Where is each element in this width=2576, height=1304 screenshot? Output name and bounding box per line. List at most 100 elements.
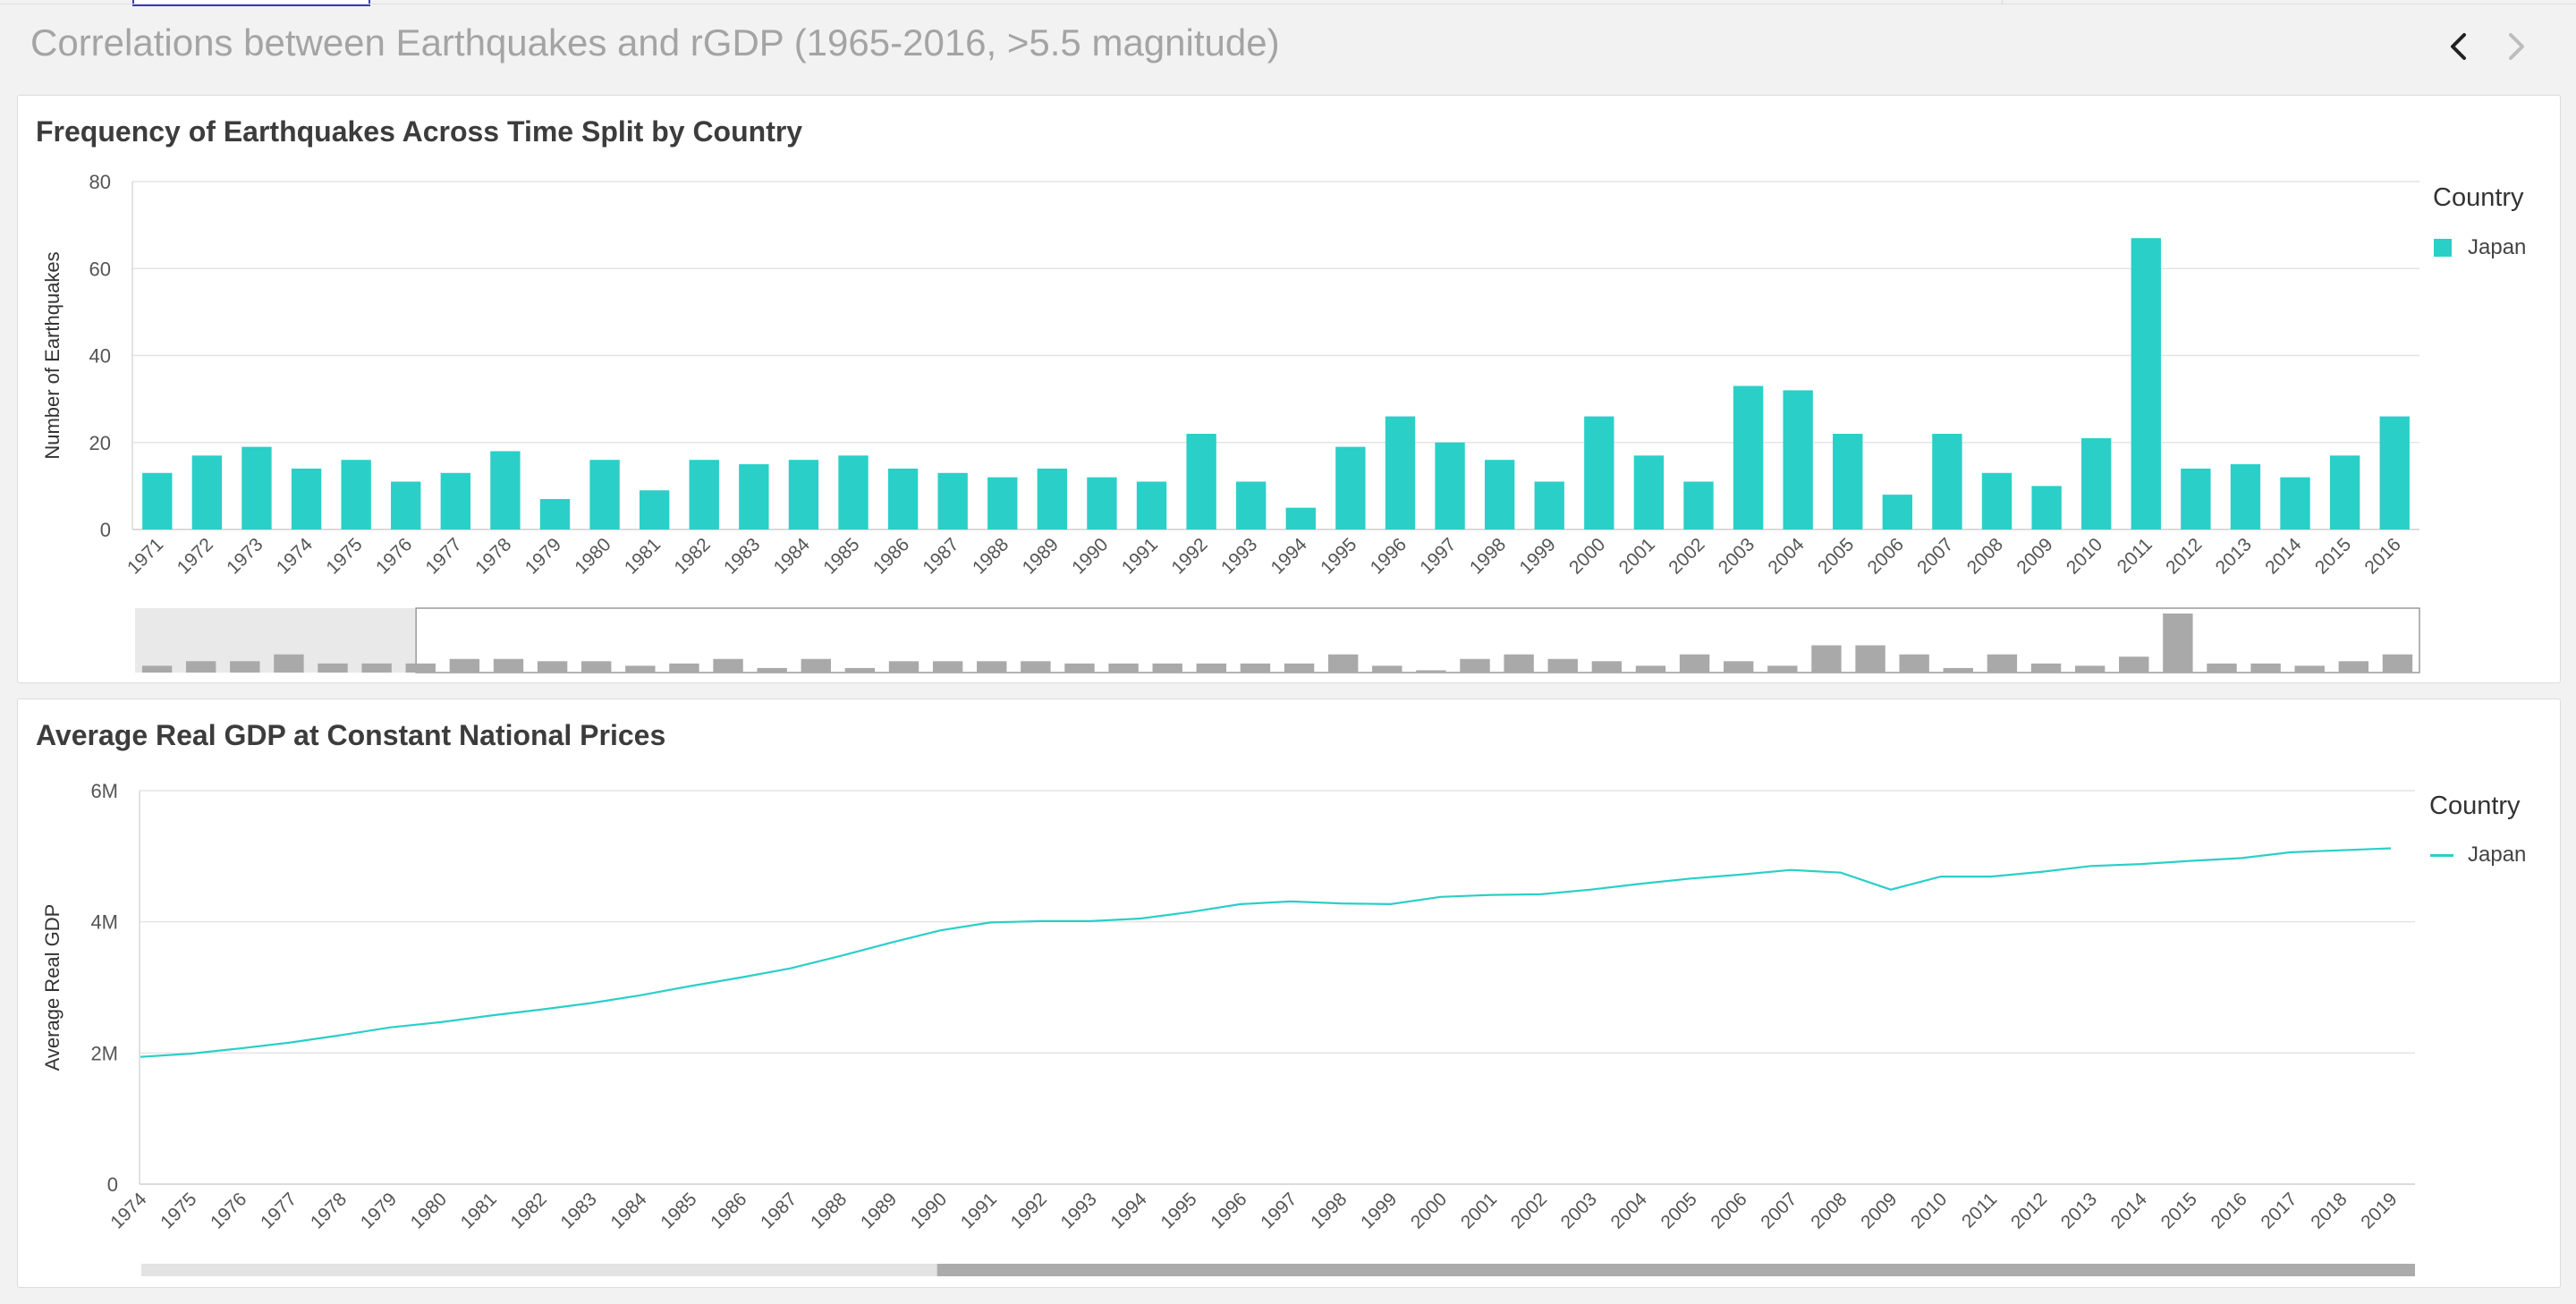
x-tick-label: 1992 <box>1167 534 1211 578</box>
brush-bar <box>1855 645 1885 673</box>
x-tick-label: 1977 <box>257 1189 301 1232</box>
brush-bar <box>1064 663 1095 673</box>
y-tick-label: 40 <box>89 345 111 368</box>
brush-bar <box>713 658 743 673</box>
brush-bar <box>1591 661 1623 673</box>
x-tick-label: 1986 <box>869 534 913 578</box>
bar <box>242 446 272 529</box>
x-tick-label: 1985 <box>657 1189 700 1232</box>
x-tick-label: 2010 <box>1907 1189 1951 1232</box>
bar <box>1186 434 1216 529</box>
x-tick-label: 2015 <box>2157 1189 2201 1232</box>
x-tick-label: 2010 <box>2063 534 2106 578</box>
brush-bar <box>2207 663 2237 673</box>
x-tick-label: 2003 <box>1557 1189 1601 1232</box>
x-tick-label: 1984 <box>770 534 815 579</box>
brush-bar <box>2382 654 2413 673</box>
bar <box>539 498 571 529</box>
x-tick-label: 1995 <box>1157 1189 1200 1232</box>
x-tick-label: 1987 <box>757 1189 801 1232</box>
x-tick-label: 1974 <box>273 534 318 579</box>
bar <box>937 472 968 529</box>
x-tick-label: 2003 <box>1715 534 1758 578</box>
bar <box>1882 495 1913 529</box>
brush-bar <box>493 658 524 673</box>
brush-bar <box>1899 654 1929 673</box>
brush-bar <box>1460 658 1490 673</box>
brush-bar <box>1372 665 1402 673</box>
x-tick-label: 1988 <box>969 534 1013 578</box>
x-tick-label: 1985 <box>819 534 863 578</box>
x-tick-label: 2011 <box>1958 1189 2001 1232</box>
brush-bar <box>1547 658 1578 673</box>
x-tick-label: 1978 <box>307 1189 351 1232</box>
real-gdp-line-chart[interactable]: 02M4M6MAverage Real GDP1974 1975 1976 1977 1… <box>18 699 2560 1287</box>
brush-bar <box>1767 665 1798 673</box>
bar <box>1981 472 2012 529</box>
brush-bar <box>2119 656 2149 673</box>
x-tick-label: 2008 <box>1807 1189 1851 1232</box>
x-tick-label: 1982 <box>507 1189 551 1232</box>
legend-item-japan[interactable]: Japan <box>2430 843 2526 868</box>
x-tick-label: 2012 <box>2162 534 2206 578</box>
x-tick-label: 2001 <box>1457 1189 1501 1232</box>
x-tick-label: 2002 <box>1507 1189 1551 1232</box>
next-button[interactable] <box>2496 27 2535 66</box>
x-tick-label: 1995 <box>1317 534 1360 578</box>
legend-label: Japan <box>2468 843 2527 867</box>
bar <box>1733 385 1764 529</box>
y-axis-label: Number of Earthquakes <box>41 251 64 459</box>
x-tick-label: 1981 <box>621 534 665 578</box>
x-tick-label: 2000 <box>1407 1189 1451 1232</box>
brush-bar <box>1196 663 1227 673</box>
legend-item-japan[interactable]: Japan <box>2434 235 2526 260</box>
x-tick-label: 2002 <box>1665 534 1708 578</box>
brush-bar <box>1416 670 1446 673</box>
bar <box>291 468 322 529</box>
x-tick-label: 2007 <box>1913 534 1957 578</box>
x-tick-label: 1994 <box>1106 1189 1151 1233</box>
x-tick-label: 2019 <box>2357 1189 2401 1232</box>
legend-label: Japan <box>2468 235 2527 259</box>
brush-bar <box>1943 667 1973 673</box>
bar <box>589 460 620 529</box>
bar <box>490 451 521 529</box>
legend-swatch <box>2434 239 2452 257</box>
y-axis-label: Average Real GDP <box>41 904 64 1071</box>
brush-bar <box>757 667 787 673</box>
brush-bar <box>1811 645 1842 673</box>
brush-bar <box>1284 663 1315 673</box>
x-tick-label: 2005 <box>1657 1189 1700 1232</box>
brush-bar <box>2163 614 2193 673</box>
bar <box>1584 416 1614 529</box>
y-tick-label: 2M <box>90 1042 118 1064</box>
x-tick-label: 2013 <box>2212 534 2256 578</box>
bar <box>1633 455 1665 529</box>
x-tick-label: 1996 <box>1367 534 1411 578</box>
bar <box>1833 434 1863 529</box>
bar <box>2379 416 2410 529</box>
brush-bar <box>2030 663 2062 673</box>
x-tick-label: 1976 <box>372 534 416 578</box>
brush-bar <box>141 665 173 673</box>
brush-bar <box>1724 661 1754 673</box>
brush-bar <box>1679 654 1710 673</box>
previous-button[interactable] <box>2440 27 2479 66</box>
x-tick-label: 1997 <box>1416 534 1460 578</box>
y-tick-label: 0 <box>107 1173 118 1196</box>
brush-bar <box>1327 654 1359 673</box>
bar <box>2081 437 2112 529</box>
x-tick-label: 2016 <box>2360 534 2404 578</box>
bar <box>1683 481 1714 529</box>
earthquake-bar-chart[interactable]: 020406080Number of Earthquakes1971 1972 19… <box>18 96 2560 682</box>
x-tick-label: 1979 <box>357 1189 401 1232</box>
scrollbar-thumb[interactable] <box>936 1264 2415 1276</box>
page-title: Correlations between Earthquakes and rGD… <box>30 21 1280 64</box>
x-tick-label: 1975 <box>322 534 366 578</box>
bar <box>2230 464 2261 529</box>
x-tick-label: 2008 <box>1963 534 2007 578</box>
x-tick-label: 2013 <box>2057 1189 2101 1232</box>
bar <box>2031 486 2062 529</box>
brush-bar <box>2074 665 2106 673</box>
brush-bar <box>844 667 876 673</box>
